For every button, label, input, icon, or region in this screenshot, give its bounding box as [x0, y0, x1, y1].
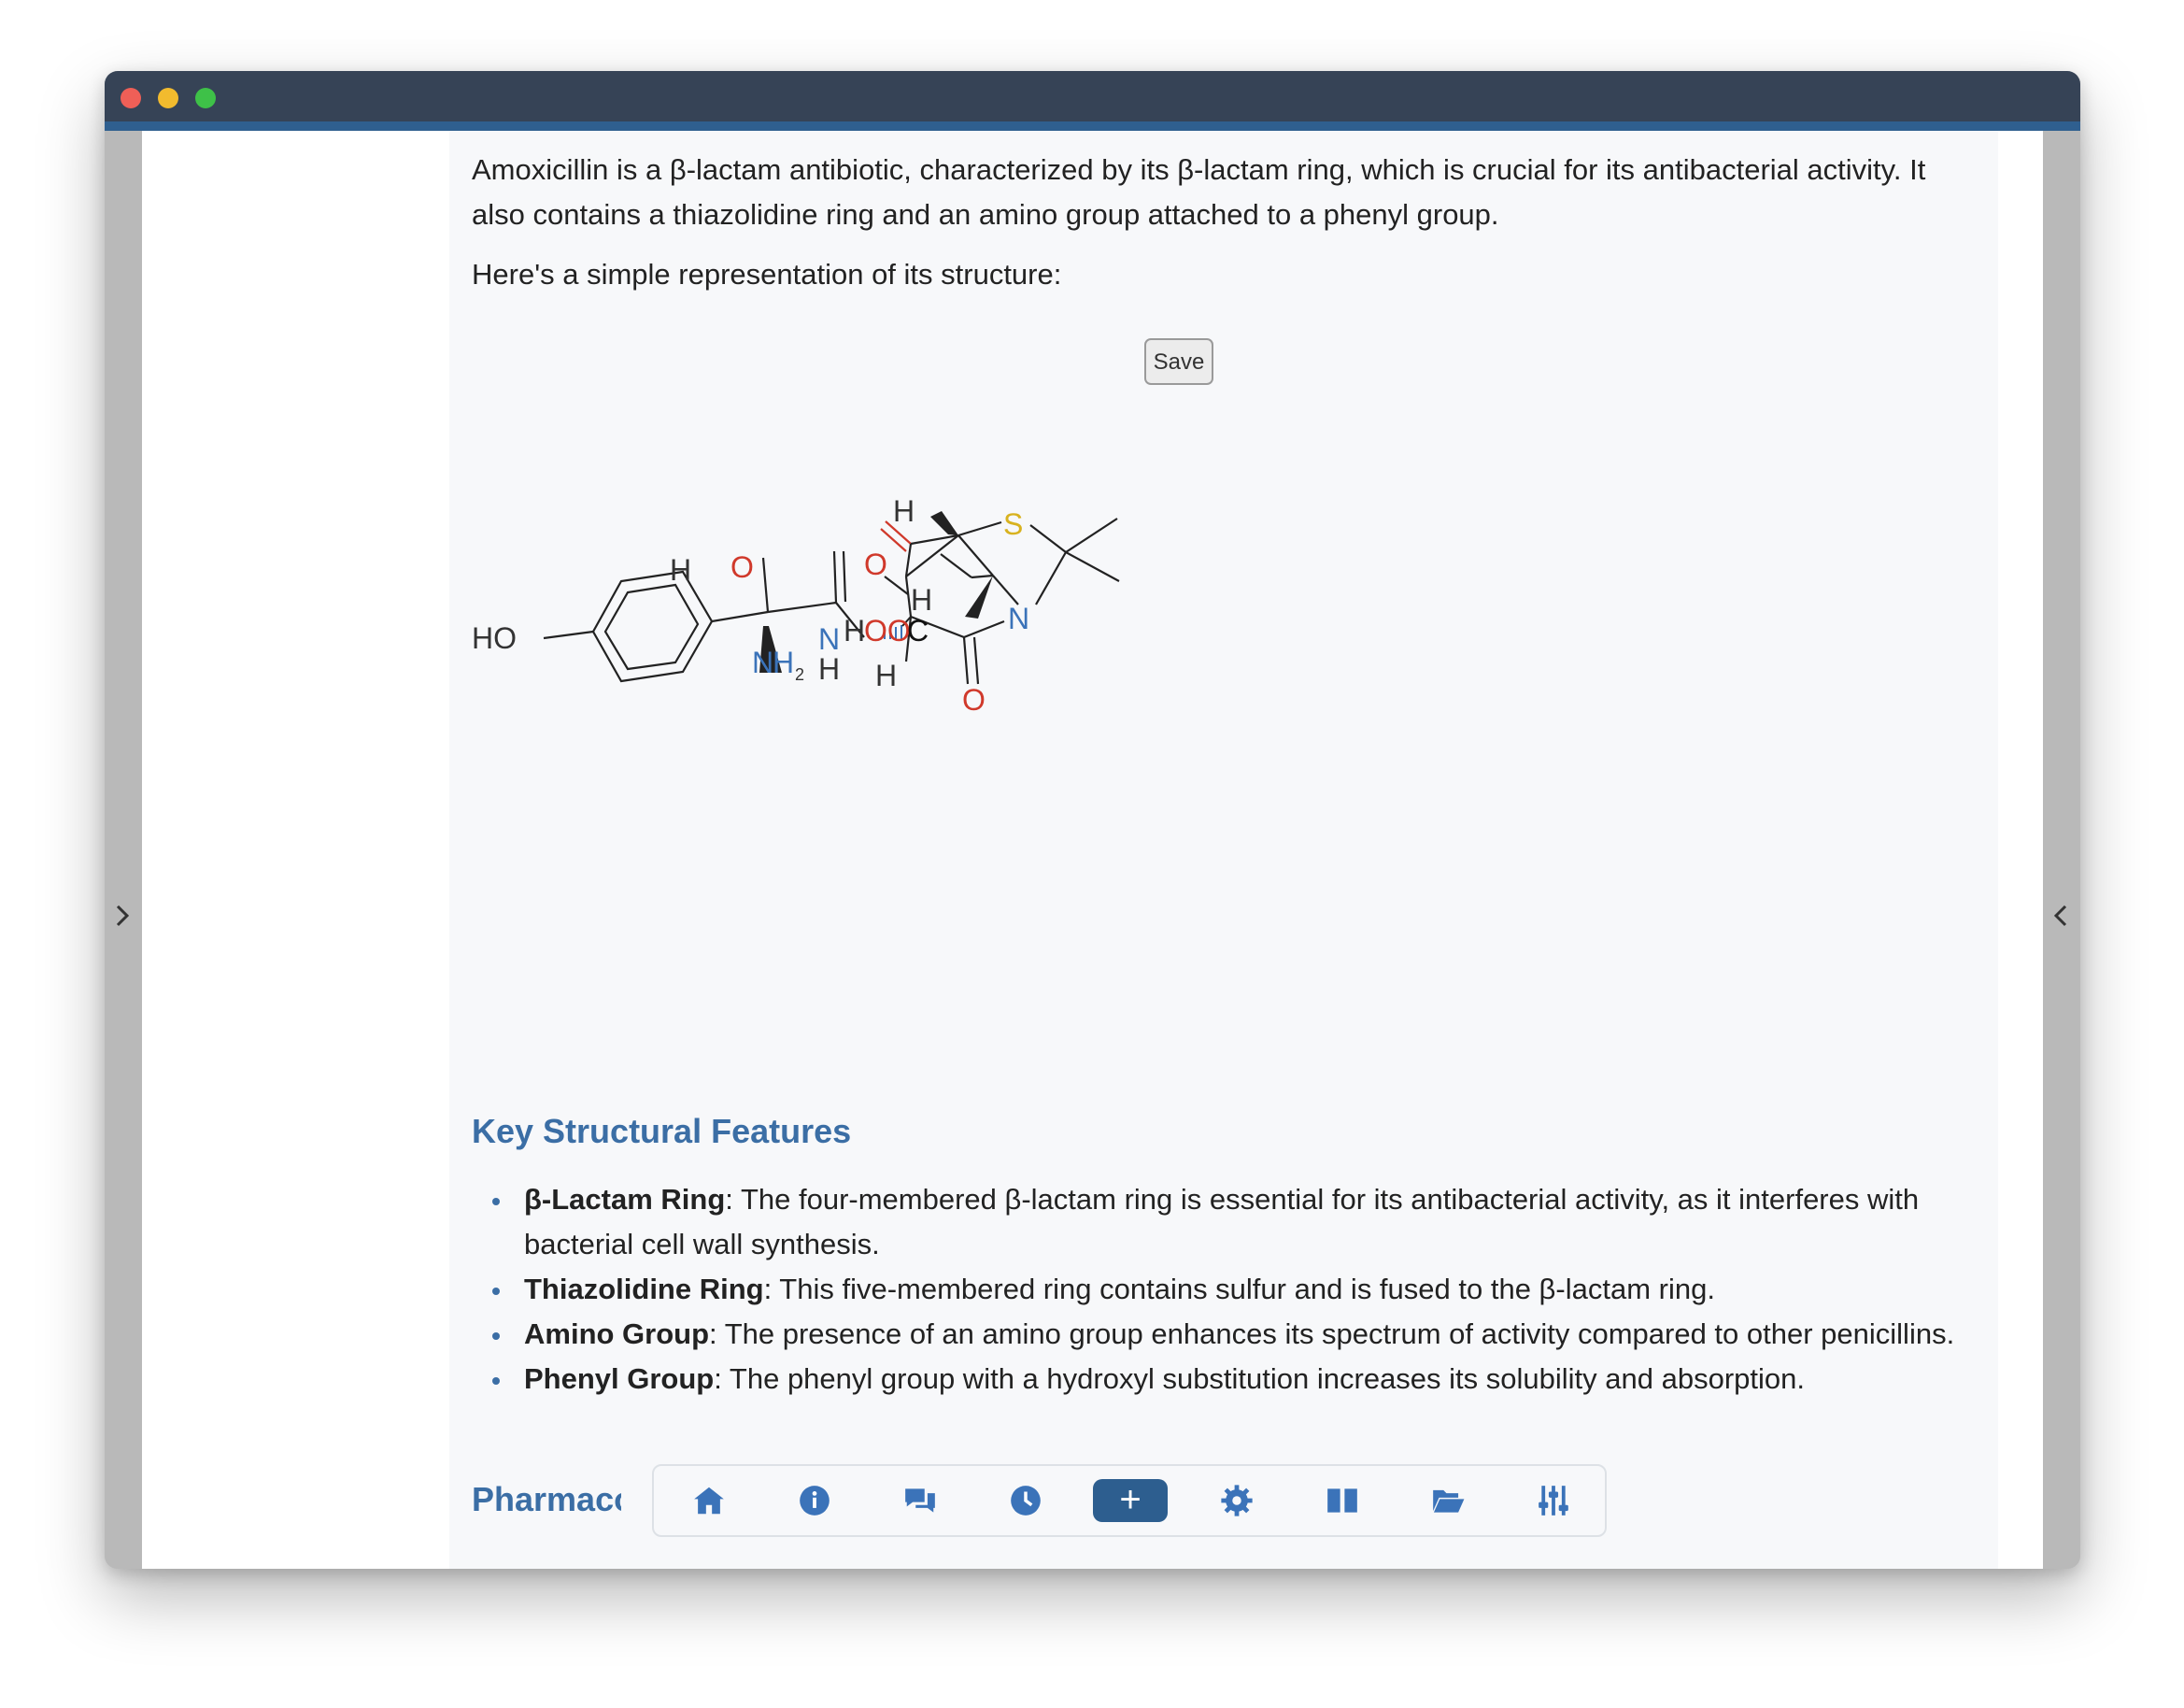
- amine-subscript-label: 2: [795, 665, 804, 684]
- bottom-toolbar: +: [652, 1464, 1607, 1537]
- close-window-button[interactable]: [121, 88, 141, 108]
- atom-h-label-3: H: [911, 583, 932, 617]
- title-accent-line: [105, 121, 2080, 131]
- maximize-window-button[interactable]: [195, 88, 216, 108]
- minimize-window-button[interactable]: [158, 88, 178, 108]
- amide-h-label: H: [818, 652, 840, 686]
- amine-h-label: H: [773, 646, 794, 679]
- feature-text: : The presence of an amino group enhance…: [709, 1317, 1955, 1350]
- add-button[interactable]: +: [1093, 1479, 1168, 1522]
- feature-text: : This five-membered ring contains sulfu…: [763, 1273, 1715, 1305]
- atom-h-label-5: H: [875, 659, 897, 692]
- ring-n-label: N: [1008, 602, 1029, 635]
- feature-term: Amino Group: [524, 1317, 710, 1350]
- intro-line-2: also contains a thiazolidine ring and an…: [472, 198, 1499, 231]
- right-panel-gutter: [2043, 131, 2080, 1569]
- atom-h-label-1: H: [670, 553, 691, 587]
- expand-left-panel-icon[interactable]: [109, 897, 137, 934]
- folder-icon[interactable]: [1425, 1479, 1471, 1522]
- next-section-heading: Pharmacokinetics: [472, 1480, 621, 1518]
- chat-icon[interactable]: [897, 1479, 943, 1522]
- save-button[interactable]: Save: [1144, 338, 1213, 385]
- main-content: Amoxicillin is a β-lactam antibiotic, ch…: [449, 131, 1998, 1569]
- sulfur-label: S: [1003, 507, 1023, 541]
- list-item: Phenyl Group: The phenyl group with a hy…: [487, 1357, 2000, 1402]
- hydroxyl-h-label: HO: [472, 621, 517, 655]
- sliders-icon[interactable]: [1530, 1479, 1577, 1522]
- atom-h-label-4: H: [844, 614, 865, 648]
- home-icon[interactable]: [686, 1479, 732, 1522]
- list-item: β-Lactam Ring: The four-membered β-lacta…: [487, 1177, 2000, 1267]
- title-bar: [105, 71, 2080, 121]
- app-window: Amoxicillin is a β-lactam antibiotic, ch…: [105, 71, 2080, 1569]
- amoxicillin-structure: HO H O N H 2 O N H H S H H OO C N H O: [472, 494, 1120, 717]
- key-features-heading: Key Structural Features: [472, 1112, 852, 1150]
- atom-o-label-1: O: [730, 550, 754, 584]
- expand-right-panel-icon[interactable]: [2048, 897, 2076, 934]
- intro-structure-text: Here's a simple representation of its st…: [472, 258, 1062, 291]
- carboxyl-c-label: C: [907, 614, 929, 648]
- feature-term: β-Lactam Ring: [524, 1183, 726, 1216]
- feature-term: Thiazolidine Ring: [524, 1273, 764, 1305]
- feature-text: : The four-membered β-lactam ring is ess…: [524, 1183, 1920, 1260]
- atom-h-label-2: H: [893, 494, 915, 528]
- amine-n-label: N: [752, 646, 773, 679]
- list-item: Amino Group: The presence of an amino gr…: [487, 1312, 2000, 1357]
- settings-icon[interactable]: [1213, 1479, 1260, 1522]
- list-item: Thiazolidine Ring: This five-membered ri…: [487, 1267, 2000, 1312]
- page-area: Amoxicillin is a β-lactam antibiotic, ch…: [142, 131, 2043, 1569]
- history-icon[interactable]: [1002, 1479, 1049, 1522]
- features-list: β-Lactam Ring: The four-membered β-lacta…: [487, 1177, 2000, 1402]
- left-panel-gutter: [105, 131, 142, 1569]
- add-icon: +: [1119, 1479, 1142, 1520]
- carboxyl-oo-label: OO: [864, 614, 911, 648]
- feature-text: : The phenyl group with a hydroxyl subst…: [714, 1362, 1805, 1395]
- info-icon[interactable]: [791, 1479, 838, 1522]
- feature-term: Phenyl Group: [524, 1362, 715, 1395]
- amide-n-label: N: [818, 622, 840, 656]
- atom-o-label-3: O: [962, 683, 986, 717]
- book-icon[interactable]: [1319, 1479, 1366, 1522]
- intro-line-1: Amoxicillin is a β-lactam antibiotic, ch…: [472, 153, 1926, 186]
- atom-o-label-2: O: [864, 548, 887, 581]
- intro-paragraph: Amoxicillin is a β-lactam antibiotic, ch…: [472, 148, 1985, 237]
